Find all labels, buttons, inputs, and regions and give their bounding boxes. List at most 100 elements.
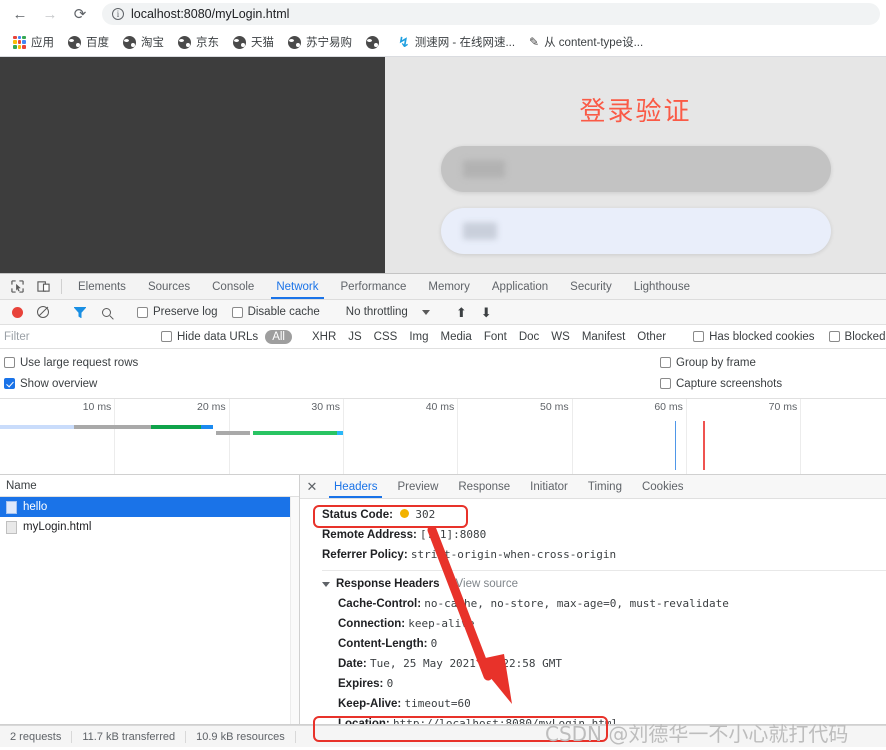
site-info-icon[interactable]: i [112, 8, 124, 20]
bookmark-label: 天猫 [251, 37, 274, 49]
filter-type-other[interactable]: Other [631, 330, 672, 344]
show-overview-checkbox[interactable]: Show overview [4, 378, 660, 390]
document-icon [6, 520, 17, 534]
capture-screenshots-label: Capture screenshots [676, 377, 783, 390]
overview-tick-label: 50 ms [540, 401, 569, 413]
resources-size: 10.9 kB resources [196, 730, 285, 743]
overview-request-bar [0, 425, 886, 429]
globe-icon [288, 35, 301, 49]
header-key: Date: [338, 658, 367, 670]
detail-tab-headers[interactable]: Headers [324, 475, 387, 498]
remote-address-row: Remote Address: [::1]:8080 [322, 525, 886, 545]
show-overview-label: Show overview [20, 377, 98, 390]
back-icon[interactable]: ← [6, 2, 34, 26]
checkbox-box [828, 331, 840, 342]
filter-type-ws[interactable]: WS [545, 330, 576, 344]
filter-type-img[interactable]: Img [403, 330, 434, 344]
device-toolbar-icon[interactable] [30, 274, 56, 299]
group-by-frame-checkbox[interactable]: Group by frame [660, 357, 886, 369]
bookmark-tmall[interactable]: 天猫 [226, 32, 281, 52]
use-large-request-rows-checkbox[interactable]: Use large request rows [4, 357, 660, 369]
detail-tab-timing[interactable]: Timing [578, 475, 632, 498]
header-keep-alive: Keep-Alive: timeout=60 [322, 694, 886, 714]
forward-icon[interactable]: → [36, 2, 64, 26]
reload-icon[interactable]: ⟳ [66, 2, 94, 26]
header-key: Location: [338, 718, 390, 724]
globe-icon [233, 35, 246, 49]
header-connection: Connection: keep-alive [322, 614, 886, 634]
tab-memory[interactable]: Memory [417, 274, 481, 299]
detail-tab-cookies[interactable]: Cookies [632, 475, 694, 498]
tab-sources[interactable]: Sources [137, 274, 201, 299]
filter-funnel-icon[interactable] [67, 306, 93, 318]
login-form: 登录验证 [385, 57, 886, 273]
request-row-hello[interactable]: hello [0, 497, 299, 517]
tab-lighthouse[interactable]: Lighthouse [623, 274, 701, 299]
tab-security[interactable]: Security [559, 274, 623, 299]
filter-input[interactable] [4, 327, 154, 346]
overview-event-line [674, 421, 676, 470]
overview-tick-label: 40 ms [425, 401, 455, 413]
filter-type-doc[interactable]: Doc [513, 330, 545, 344]
detail-tab-preview[interactable]: Preview [387, 475, 448, 498]
capture-screenshots-checkbox[interactable]: Capture screenshots [660, 378, 886, 390]
overview-bar-segment [201, 425, 213, 429]
header-value: 0 [386, 677, 394, 690]
transferred-size: 11.7 kB transferred [82, 730, 176, 743]
tab-elements[interactable]: Elements [67, 274, 137, 299]
request-list-header[interactable]: Name [0, 475, 299, 497]
tab-network[interactable]: Network [265, 274, 329, 299]
tab-performance[interactable]: Performance [330, 274, 418, 299]
detail-tab-response[interactable]: Response [448, 475, 520, 498]
filter-type-js[interactable]: JS [342, 330, 367, 344]
filter-type-manifest[interactable]: Manifest [576, 330, 631, 344]
has-blocked-cookies-checkbox[interactable]: Has blocked cookies [686, 331, 821, 343]
close-icon[interactable]: ✕ [300, 475, 324, 498]
bookmark-speedtest[interactable]: ↯ 测速网 - 在线网速... [391, 32, 522, 52]
header-expires: Expires: 0 [322, 674, 886, 694]
filter-type-all[interactable]: All [265, 329, 292, 344]
search-icon[interactable] [93, 307, 119, 317]
bookmark-content-type[interactable]: ✎ 从 content-type设... [522, 32, 650, 52]
filter-type-media[interactable]: Media [435, 330, 478, 344]
network-split-view: Name hello myLogin.html ✕ Headers Previe… [0, 475, 886, 725]
header-content-length: Content-Length: 0 [322, 634, 886, 654]
document-icon [6, 500, 17, 514]
response-headers-section[interactable]: Response Headers View source [322, 574, 886, 594]
bookmark-jd[interactable]: 京东 [171, 32, 226, 52]
export-har-icon[interactable]: ⬇ [474, 306, 499, 319]
header-key: Cache-Control: [338, 598, 422, 610]
filter-type-font[interactable]: Font [478, 330, 513, 344]
clear-icon[interactable] [30, 306, 56, 318]
filter-type-css[interactable]: CSS [368, 330, 404, 344]
detail-tab-initiator[interactable]: Initiator [520, 475, 578, 498]
referrer-policy-value: strict-origin-when-cross-origin [410, 548, 617, 561]
bookmark-taobao[interactable]: 淘宝 [116, 32, 171, 52]
chevron-down-icon [322, 581, 330, 587]
network-overview-timeline[interactable]: 10 ms 20 ms 30 ms 40 ms 50 ms 60 ms 70 ms [0, 399, 886, 475]
overview-bar-segment [252, 431, 338, 435]
record-icon[interactable] [4, 306, 30, 318]
tab-console[interactable]: Console [201, 274, 265, 299]
bookmark-label: 淘宝 [141, 37, 164, 49]
address-bar[interactable]: i localhost:8080/myLogin.html [102, 3, 880, 25]
bookmark-apps[interactable]: 应用 [6, 32, 61, 52]
request-row-mylogin[interactable]: myLogin.html [0, 517, 299, 537]
tab-application[interactable]: Application [481, 274, 559, 299]
import-har-icon[interactable]: ⬆ [449, 306, 474, 319]
blocked-requests-checkbox[interactable]: Blocked Requests [822, 331, 886, 343]
bookmark-suning[interactable]: 苏宁易购 [281, 32, 359, 52]
preserve-log-checkbox[interactable]: Preserve log [130, 306, 225, 318]
inspect-element-icon[interactable] [4, 274, 30, 299]
hide-data-urls-checkbox[interactable]: Hide data URLs [154, 331, 265, 343]
request-list-scrollbar[interactable] [290, 497, 299, 724]
username-field[interactable] [440, 146, 831, 192]
disable-cache-checkbox[interactable]: Disable cache [225, 306, 327, 318]
view-source-link[interactable]: View source [456, 574, 518, 594]
header-value: no-cache, no-store, max-age=0, must-reva… [424, 597, 729, 610]
password-field[interactable] [440, 208, 831, 254]
bookmark-baidu[interactable]: 百度 [61, 32, 116, 52]
throttling-select[interactable]: No throttling [338, 306, 438, 318]
filter-type-xhr[interactable]: XHR [306, 330, 342, 344]
bookmark-unnamed[interactable] [359, 34, 391, 51]
